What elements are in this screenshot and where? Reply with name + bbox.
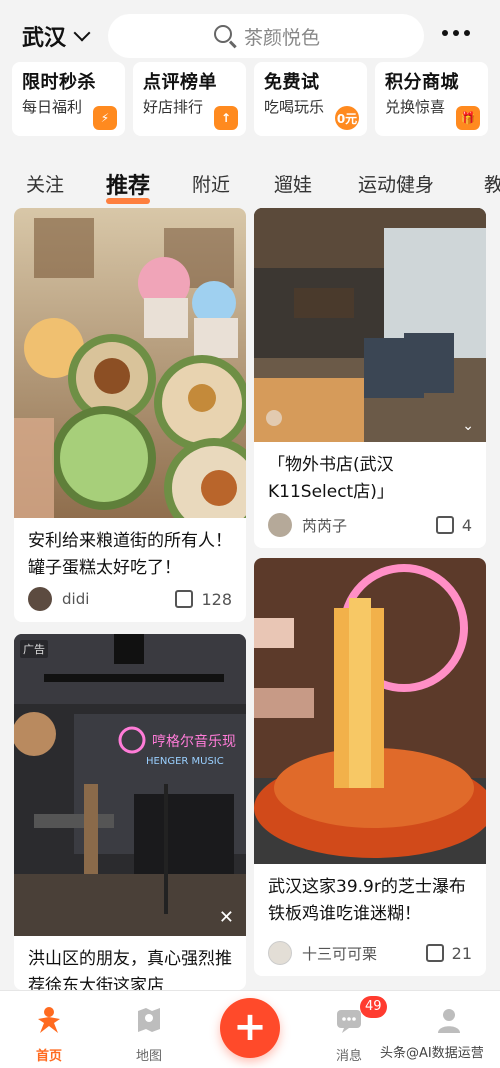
- promo-cards: 限时秒杀 每日福利 ⚡ 点评榜单 好店排行 ↑ 免费试 吃喝玩乐 0元 积分商城…: [12, 62, 488, 136]
- nav-map[interactable]: 地图: [114, 1005, 184, 1064]
- home-icon: [38, 1007, 60, 1033]
- search-icon: [214, 25, 232, 43]
- thumbs-up-icon: [175, 590, 194, 608]
- card-meta: 芮芮子 4: [268, 512, 472, 538]
- card-title: 武汉这家39.9r的芝士瀑布铁板鸡谁吃谁迷糊！: [268, 877, 466, 924]
- promo-flash-sale[interactable]: 限时秒杀 每日福利 ⚡: [12, 62, 125, 136]
- card-title: 洪山区的朋友，真心强烈推荐徐东大街这家店: [28, 949, 232, 990]
- author-name[interactable]: didi: [62, 590, 175, 608]
- promo-points-mall[interactable]: 积分商城 兑换惊喜 🎁: [375, 62, 488, 136]
- zero-yuan-icon: 0元: [335, 106, 359, 130]
- chevron-down-icon: [73, 24, 91, 42]
- feed-card[interactable]: ⌄ 「物外书店(武汉K11Select店)」 芮芮子 4: [254, 208, 486, 548]
- tab-follow[interactable]: 关注: [26, 170, 64, 197]
- avatar[interactable]: [28, 587, 52, 611]
- user-icon: [438, 1009, 460, 1033]
- city-selector[interactable]: 武汉: [22, 20, 91, 52]
- chevron-down-icon[interactable]: ⌄: [462, 418, 474, 434]
- card-title: 安利给来粮道街的所有人！罐子蛋糕太好吃了！: [28, 531, 232, 578]
- lightning-icon: ⚡: [93, 106, 117, 130]
- category-tabs: 关注 推荐 附近 遛娃 运动健身 教: [0, 160, 500, 206]
- gift-icon: 🎁: [456, 106, 480, 130]
- author-name[interactable]: 芮芮子: [302, 515, 436, 536]
- like-button[interactable]: 21: [425, 943, 472, 963]
- thumbs-up-icon: [435, 516, 454, 534]
- nav-label: 地图: [135, 1049, 162, 1064]
- tab-sports[interactable]: 运动健身: [358, 170, 434, 197]
- map-icon: [138, 1008, 160, 1032]
- city-name: 武汉: [22, 26, 67, 51]
- card-image: ⌄: [254, 208, 486, 442]
- card-image: [254, 558, 486, 864]
- feed-card[interactable]: 武汉这家39.9r的芝士瀑布铁板鸡谁吃谁迷糊！ 十三可可栗 21: [254, 558, 486, 976]
- tab-kids[interactable]: 遛娃: [274, 170, 312, 197]
- tab-nearby[interactable]: 附近: [192, 170, 230, 197]
- promo-title: 限时秒杀: [22, 72, 96, 93]
- card-meta: 十三可可栗 21: [268, 940, 472, 966]
- more-options-icon[interactable]: [442, 30, 470, 36]
- promo-free-trial[interactable]: 免费试 吃喝玩乐 0元: [254, 62, 367, 136]
- like-count: 4: [461, 515, 472, 535]
- promo-rankings[interactable]: 点评榜单 好店排行 ↑: [133, 62, 246, 136]
- add-post-button[interactable]: +: [220, 998, 280, 1058]
- nav-home[interactable]: 首页: [14, 1005, 84, 1064]
- messages-count-badge: 49: [360, 996, 387, 1018]
- promo-title: 点评榜单: [143, 72, 217, 93]
- thumbs-up-icon: [425, 944, 444, 962]
- nav-me[interactable]: [414, 1005, 484, 1045]
- watermark: 头条@AI数据运营: [380, 1046, 484, 1061]
- card-image: [14, 208, 246, 538]
- card-meta: didi 128: [28, 586, 232, 612]
- author-name[interactable]: 十三可可栗: [302, 943, 426, 964]
- tab-recommend[interactable]: 推荐: [106, 168, 151, 204]
- nav-label: 首页: [35, 1049, 62, 1064]
- like-button[interactable]: 128: [175, 590, 232, 609]
- svg-text:HENGER MUSIC: HENGER MUSIC: [146, 756, 224, 767]
- avatar[interactable]: [268, 941, 292, 965]
- nav-label: 消息: [335, 1049, 362, 1064]
- promo-title: 免费试: [264, 72, 320, 93]
- close-icon[interactable]: ✕: [219, 907, 234, 928]
- tab-education[interactable]: 教: [484, 170, 500, 197]
- card-title: 「物外书店(武汉K11Select店)」: [268, 455, 394, 502]
- search-bar[interactable]: 茶颜悦色: [108, 14, 424, 58]
- ad-label: 广告: [20, 640, 48, 658]
- like-count: 21: [451, 943, 472, 963]
- bookmark-up-icon: ↑: [214, 106, 238, 130]
- top-bar: 武汉 茶颜悦色: [0, 0, 500, 68]
- search-placeholder: 茶颜悦色: [244, 26, 321, 49]
- card-image: 哼格尔音乐现 HENGER MUSIC 广告 ✕: [14, 634, 246, 936]
- promo-title: 积分商城: [385, 72, 459, 93]
- like-count: 128: [201, 589, 232, 609]
- feed-card[interactable]: 安利给来粮道街的所有人！罐子蛋糕太好吃了！ didi 128: [14, 208, 246, 622]
- feed-card-ad[interactable]: 哼格尔音乐现 HENGER MUSIC 广告 ✕ 洪山区的朋友，真心强烈推荐徐东…: [14, 634, 246, 990]
- avatar[interactable]: [268, 513, 292, 537]
- neon-sign-text: 哼格尔音乐现: [152, 733, 236, 750]
- like-button[interactable]: 4: [435, 515, 472, 535]
